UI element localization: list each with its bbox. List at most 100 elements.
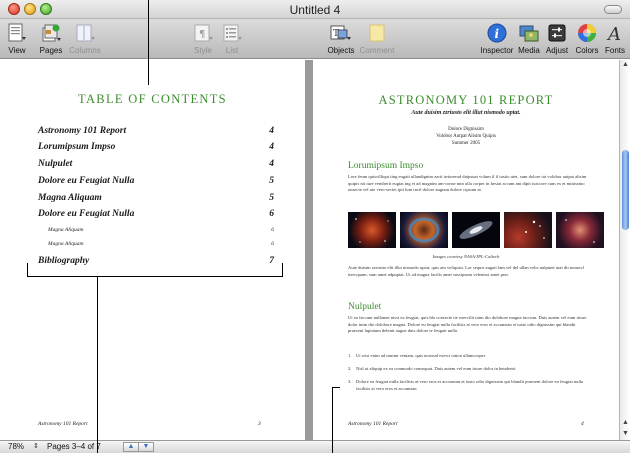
callout-bracket-bottom [27, 276, 283, 277]
zoom-level[interactable]: 78% [8, 442, 24, 451]
toc-entry-page: 4 [269, 126, 274, 136]
objects-icon: T [330, 25, 351, 40]
colors-button[interactable]: Colors [573, 23, 601, 57]
fonts-button[interactable]: A Fonts [602, 23, 628, 57]
comment-button[interactable]: Comment [358, 23, 396, 57]
callout-line-top [148, 0, 149, 85]
svg-text:A: A [606, 24, 621, 43]
author-line: Summer 2005 [451, 141, 481, 146]
stars-icon [525, 220, 545, 239]
inspector-label: Inspector [480, 46, 514, 55]
toc-entry-page: 7 [269, 256, 274, 266]
previous-page-button[interactable]: ▲ [123, 442, 139, 452]
callout-line-left-down [97, 276, 98, 453]
fonts-icon: A [606, 24, 621, 43]
toc-entry-page: 4 [269, 142, 274, 152]
toc-entry-page: 6 [271, 227, 274, 233]
page-footer-number: 3 [258, 421, 261, 427]
toc-entry-title: Magna Aliquam [48, 227, 84, 233]
report-subtitle: Aute duisim zzriusto elit illut nismodo … [411, 110, 521, 116]
nebula-image[interactable] [348, 212, 396, 248]
media-label: Media [518, 46, 540, 55]
scroll-up-arrow-icon[interactable]: ▲ [621, 60, 630, 69]
list-label: List [225, 46, 239, 55]
svg-text:i: i [495, 27, 500, 41]
author-line: Dolore Dignissim [448, 127, 484, 132]
report-title: ASTRONOMY 101 REPORT [378, 93, 554, 107]
columns-label: Columns [69, 46, 101, 55]
colors-label: Colors [575, 46, 599, 55]
ring-nebula-icon [408, 217, 440, 243]
status-bar: 78% ⇕ Pages 3–4 of 7 ▲ ▼ [0, 440, 630, 453]
page-right-report[interactable]: ASTRONOMY 101 REPORT Aute duisim zzriust… [313, 60, 619, 440]
toc-entry-title: Dolore eu Feugiat Nulla [38, 209, 135, 219]
pages-label: Pages [39, 46, 63, 55]
toc-entry-page: 6 [271, 241, 274, 247]
toc-entry-page: 5 [269, 193, 274, 203]
list-item-text: Nisl ut aliquip ex ea commodo consequat.… [356, 366, 516, 371]
window-title: Untitled 4 [289, 3, 341, 17]
adjust-label: Adjust [545, 46, 569, 55]
callout-bracket-left [27, 263, 28, 277]
vertical-scrollbar[interactable]: ▲ ▲ ▼ [619, 60, 630, 440]
columns-button[interactable]: Columns [68, 23, 102, 57]
view-icon [8, 23, 26, 42]
title-bar: Untitled 4 [0, 0, 630, 19]
toc-entry-title: Magna Aliquam [38, 193, 102, 203]
scroll-thumb[interactable] [622, 150, 629, 230]
toolbar-toggle-button[interactable] [604, 5, 622, 14]
page-indicator[interactable]: Pages 3–4 of 7 [47, 442, 101, 451]
page-footer-title: Astronomy 101 Report [348, 421, 398, 427]
scroll-down-arrow-icon[interactable]: ▼ [621, 429, 630, 438]
zoom-stepper-icon[interactable]: ⇕ [33, 442, 39, 450]
toc-entry-title: Dolore eu Feugiat Nulla [38, 176, 135, 186]
pages-button[interactable]: Pages [36, 23, 66, 57]
toc-title: TABLE OF CONTENTS [78, 92, 227, 106]
toc-entry-title: Magna Aliquam [48, 241, 84, 247]
view-button[interactable]: View [4, 23, 30, 57]
star-field-icon [565, 219, 595, 243]
fonts-label: Fonts [604, 46, 625, 55]
list-item-text: Ut wisi enim ad minim veniam, quis nostr… [356, 353, 486, 358]
toc-entry-title: Nulpulet [38, 159, 73, 169]
next-page-button[interactable]: ▼ [138, 442, 154, 452]
star-field-icon [355, 218, 389, 243]
list-item-text: Dolore eu feugiat nulla facilisis at ver… [356, 379, 584, 391]
list-number: 3. [348, 379, 352, 384]
document-canvas[interactable]: TABLE OF CONTENTS Astronomy 101 Report 4… [0, 60, 619, 440]
adjust-button[interactable]: Adjust [544, 23, 570, 57]
columns-icon [76, 24, 95, 42]
section-heading: Lorumipsum Impso [348, 161, 424, 171]
colors-icon [578, 24, 596, 42]
toc-entry-page: 5 [269, 176, 274, 186]
planetary-nebula-image[interactable] [400, 212, 448, 248]
star-cluster-image[interactable] [504, 212, 552, 248]
list-button[interactable]: List [219, 23, 245, 57]
style-button[interactable]: ¶ Style [190, 23, 216, 57]
comment-icon [369, 24, 385, 42]
section-body: Aute duisim zzriusto elit illut nismodo … [348, 265, 584, 277]
media-button[interactable]: Media [516, 23, 542, 57]
scroll-up-arrow-icon[interactable]: ▲ [621, 418, 630, 427]
inspector-button[interactable]: i Inspector [480, 23, 514, 57]
toc-entry-page: 6 [269, 209, 274, 219]
image-caption: Images courtesy NASA/JPL-Caltech [432, 254, 500, 259]
svg-text:¶: ¶ [199, 29, 205, 40]
style-icon: ¶ [194, 24, 213, 42]
inspector-icon: i [487, 23, 507, 43]
view-label: View [8, 46, 26, 55]
style-label: Style [194, 46, 212, 55]
toc-entry-title: Bibliography [38, 256, 90, 266]
section-heading: Nulpulet [348, 302, 382, 312]
page-footer-title: Astronomy 101 Report [38, 421, 88, 427]
galaxy-image[interactable] [452, 212, 500, 248]
list-icon [223, 24, 242, 42]
nebula-image-2[interactable] [556, 212, 604, 248]
galaxy-icon [459, 221, 493, 239]
toolbar: View Pages Columns ¶ Style List T Object… [0, 19, 630, 59]
media-icon [519, 25, 539, 42]
toc-entry-page: 4 [269, 159, 274, 169]
objects-button[interactable]: T Objects [326, 23, 356, 57]
toc-entry-title: Lorumipsum Impso [38, 142, 116, 152]
page-left-toc[interactable]: TABLE OF CONTENTS Astronomy 101 Report 4… [0, 60, 305, 440]
